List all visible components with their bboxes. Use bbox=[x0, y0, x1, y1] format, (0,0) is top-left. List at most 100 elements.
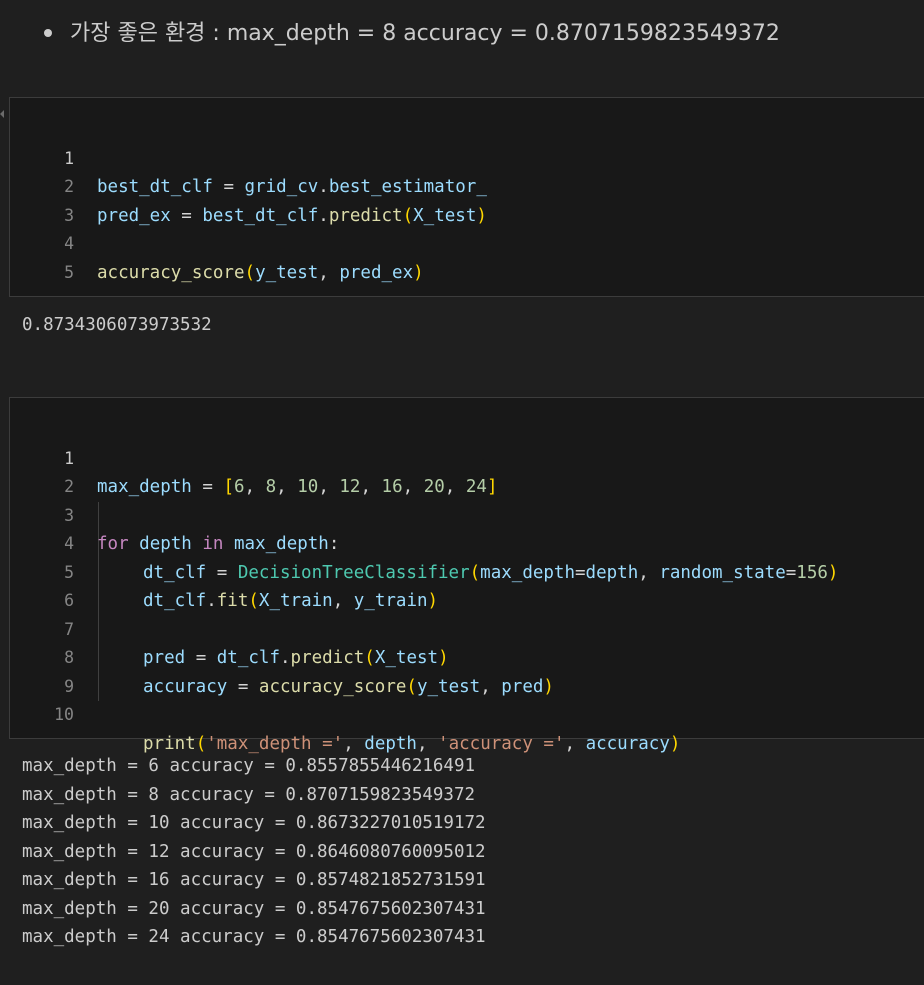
token: 8 bbox=[265, 477, 277, 497]
code-text: dt_clf = DecisionTreeClassifier(max_dept… bbox=[143, 559, 838, 588]
code-line: 3 bbox=[10, 173, 74, 225]
output-line: max_depth = 20 accuracy = 0.854767560230… bbox=[22, 898, 486, 919]
token: dt_clf bbox=[143, 562, 207, 583]
token: X_train bbox=[258, 591, 333, 611]
output-line: max_depth = 16 accuracy = 0.857482185273… bbox=[22, 870, 486, 890]
token: y_test bbox=[255, 262, 319, 283]
code-text: pred = dt_clf.predict(X_test) bbox=[143, 644, 449, 673]
token: DecisionTreeClassifier bbox=[237, 562, 470, 583]
code-text: max_depth = [6, 8, 10, 12, 16, 20, 24] bbox=[97, 473, 497, 502]
token: = bbox=[191, 477, 224, 497]
token: pred_ex bbox=[97, 205, 171, 226]
code-line: 10 print('max_depth =', depth, 'accuracy… bbox=[10, 673, 680, 754]
token: 156 bbox=[796, 562, 828, 583]
token: pred bbox=[501, 676, 544, 697]
code-line: 9 bbox=[10, 644, 74, 696]
code-line: 7 pred = dt_clf.predict(X_test) bbox=[10, 587, 449, 669]
token: 20 bbox=[423, 477, 445, 497]
code-cell-1[interactable]: 1 best_dt_clf = grid_cv.best_estimator_ … bbox=[9, 97, 924, 297]
token: ] bbox=[486, 477, 498, 497]
bullet-icon bbox=[44, 29, 52, 37]
token: [ bbox=[223, 477, 234, 497]
cell-collapse-marker-icon[interactable] bbox=[0, 110, 4, 118]
token: ( bbox=[364, 648, 375, 668]
code-text: accuracy = accuracy_score(y_test, pred) bbox=[143, 673, 554, 702]
output-line: max_depth = 8 accuracy = 0.8707159823549… bbox=[22, 784, 476, 805]
token: , bbox=[564, 733, 586, 754]
token: ( bbox=[469, 562, 481, 583]
token: ) bbox=[438, 648, 449, 668]
token: 'accuracy =' bbox=[438, 733, 565, 754]
code-line: 4 accuracy_score(y_test, pred_ex) bbox=[10, 202, 424, 283]
token: accuracy bbox=[143, 676, 228, 697]
code-text: pred_ex = best_dt_clf.predict(X_test) bbox=[97, 202, 487, 231]
code-line: 2 pred_ex = best_dt_clf.predict(X_test) bbox=[10, 145, 487, 226]
token: best_dt_clf bbox=[202, 205, 319, 226]
token: = bbox=[206, 562, 238, 583]
token: ( bbox=[195, 733, 207, 754]
token: predict bbox=[290, 648, 365, 668]
token: 'max_depth =' bbox=[206, 733, 344, 754]
token: dt_clf bbox=[216, 648, 280, 668]
token: in bbox=[202, 534, 224, 554]
token: depth bbox=[139, 534, 192, 554]
code-line: 3 for depth in max_depth: bbox=[10, 473, 339, 555]
token: y_test bbox=[416, 676, 481, 697]
token: , bbox=[402, 477, 424, 497]
line-number: 5 bbox=[64, 262, 74, 282]
code-line: 4 dt_clf = DecisionTreeClassifier(max_de… bbox=[10, 502, 838, 583]
token: , bbox=[244, 477, 266, 497]
code-cell-2[interactable]: 1 max_depth = [6, 8, 10, 12, 16, 20, 24]… bbox=[9, 397, 924, 754]
token: ) bbox=[669, 733, 681, 754]
token: , bbox=[480, 676, 502, 697]
code-line: 2 bbox=[10, 445, 74, 496]
token: 24 bbox=[465, 477, 487, 497]
token: . bbox=[206, 591, 217, 611]
token: print bbox=[143, 733, 196, 754]
token: , bbox=[332, 591, 354, 611]
token: . bbox=[318, 205, 329, 226]
token: depth bbox=[585, 562, 639, 583]
token: ) bbox=[543, 676, 554, 697]
code-line: 5 dt_clf.fit(X_train, y_train) bbox=[10, 530, 438, 612]
token: ) bbox=[427, 591, 439, 611]
token: = bbox=[212, 177, 245, 197]
code-line: 8 accuracy = accuracy_score(y_test, pred… bbox=[10, 616, 554, 697]
token: , bbox=[318, 477, 340, 497]
token: pred bbox=[143, 648, 186, 668]
token: ) bbox=[476, 205, 487, 226]
output-line: max_depth = 12 accuracy = 0.864608076009… bbox=[22, 841, 486, 862]
token: max_depth bbox=[97, 477, 192, 497]
token: = bbox=[785, 562, 797, 583]
token: X_test bbox=[413, 205, 477, 226]
token: 16 bbox=[381, 477, 403, 497]
output-line: max_depth = 24 accuracy = 0.854767560230… bbox=[22, 927, 486, 947]
token: 6 bbox=[233, 477, 245, 497]
token: = bbox=[575, 562, 586, 583]
code-line: 1 best_dt_clf = grid_cv.best_estimator_ bbox=[10, 116, 487, 198]
token: ) bbox=[827, 562, 839, 583]
token: accuracy_score bbox=[97, 262, 245, 283]
token: 12 bbox=[339, 477, 361, 497]
token: = bbox=[170, 205, 203, 226]
token: , bbox=[343, 733, 365, 754]
token: : bbox=[328, 534, 340, 554]
code-line: 6 bbox=[10, 559, 74, 610]
token: random_state bbox=[659, 562, 786, 583]
token: , bbox=[276, 477, 298, 497]
token: , bbox=[360, 477, 382, 497]
code-line: 1 max_depth = [6, 8, 10, 12, 16, 20, 24] bbox=[10, 416, 497, 498]
code-text: dt_clf.fit(X_train, y_train) bbox=[143, 587, 438, 616]
token: predict bbox=[328, 205, 403, 226]
token: , bbox=[318, 262, 340, 283]
token: ( bbox=[402, 205, 414, 226]
token: X_test bbox=[374, 648, 439, 668]
token: y_train bbox=[353, 591, 428, 611]
token: accuracy_score bbox=[258, 676, 407, 697]
markdown-cell[interactable]: 가장 좋은 환경 : max_depth = 8 accuracy = 0.87… bbox=[0, 0, 924, 80]
token: . bbox=[279, 648, 291, 668]
token: ) bbox=[413, 262, 424, 283]
code-line: 5 bbox=[10, 230, 74, 282]
token: depth bbox=[364, 733, 417, 754]
